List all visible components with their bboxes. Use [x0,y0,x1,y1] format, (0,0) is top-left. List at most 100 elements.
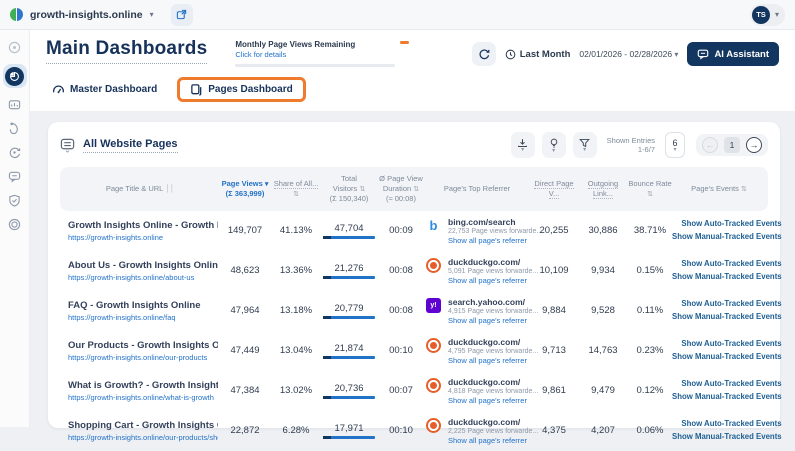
table-row[interactable]: FAQ - Growth Insights Online https://gro… [60,291,768,331]
table-row[interactable]: Our Products - Growth Insights Online ht… [60,331,768,371]
share-value: 13.18% [272,305,320,316]
referrer-name: duckduckgo.com/ [448,257,538,267]
avatar: TS [752,6,770,24]
visitors-bar [323,436,375,439]
dashboard-tabs: Master Dashboard Pages Dashboard [46,67,779,111]
page-title-cell: About Us - Growth Insights Online https:… [62,260,218,282]
col-share[interactable]: Share of All... ⇅ [272,179,320,199]
col-total-visitors[interactable]: Total Visitors ⇅ (Σ 150,340) [320,174,378,204]
quota-details-link[interactable]: Click for details [235,50,395,59]
show-all-referrer-link[interactable]: Show all page's referrer [448,396,538,405]
filter-button[interactable]: ▾ [573,132,597,158]
card-title: All Website Pages [83,138,178,153]
referrer-detail: 2,225 Page views forwarde... [448,428,538,435]
period-label: Last Month [520,49,571,60]
open-site-button[interactable] [171,4,193,26]
table-row[interactable]: About Us - Growth Insights Online https:… [60,251,768,291]
table-row[interactable]: Shopping Cart - Growth Insights Online h… [60,411,768,451]
col-outgoing[interactable]: Outgoing Link... [578,179,628,199]
bounce-rate-value: 0.12% [628,385,672,396]
sidebar-item-communication[interactable] [7,169,22,184]
show-auto-tracked-events-link[interactable]: Show Auto-Tracked Events [672,258,782,270]
col-duration[interactable]: Ø Page View Duration ⇅ (≈ 00:08) [378,174,424,204]
top-referrer-cell: duckduckgo.com/ 4,818 Page views forward… [424,377,530,405]
page-url-link[interactable]: https://growth-insights.online [68,233,218,242]
period-selector[interactable]: Last Month [505,49,571,60]
show-all-referrer-link[interactable]: Show all page's referrer [448,436,538,445]
share-value: 41.13% [272,225,320,236]
user-menu[interactable]: TS ▾ [750,4,785,26]
col-bounce[interactable]: Bounce Rate ⇅ [628,179,672,199]
quota-widget[interactable]: Monthly Page Views Remaining Click for d… [235,40,395,67]
page-url-link[interactable]: https://growth-insights.online/what-is-g… [68,393,218,402]
tab-master-dashboard[interactable]: Master Dashboard [46,79,163,100]
col-page-views[interactable]: Page Views ▾ (Σ 363,999) [218,179,272,199]
show-all-referrer-link[interactable]: Show all page's referrer [448,356,538,365]
show-manual-tracked-events-link[interactable]: Show Manual-Tracked Events [672,311,782,323]
show-all-referrer-link[interactable]: Show all page's referrer [448,316,538,325]
insights-button[interactable]: ▾ [542,132,566,158]
prev-page-button[interactable]: ← [702,137,718,153]
show-all-referrer-link[interactable]: Show all page's referrer [448,236,542,245]
col-direct[interactable]: Direct Page V... [530,179,578,199]
outgoing-links-value: 14,763 [578,345,628,356]
tab-pages-dashboard[interactable]: Pages Dashboard [177,77,305,102]
show-auto-tracked-events-link[interactable]: Show Auto-Tracked Events [672,298,782,310]
visitors-value: 21,874 [334,343,363,354]
table-widget-icon[interactable] [60,138,75,153]
show-manual-tracked-events-link[interactable]: Show Manual-Tracked Events [672,431,782,443]
visitors-bar [323,236,375,239]
visitors-bar [323,276,375,279]
yahoo-icon: y! [426,298,441,313]
visitors-bar [323,396,375,399]
date-range-selector[interactable]: 02/01/2026 - 02/28/2026 ▾ [579,49,678,59]
page-url-link[interactable]: https://growth-insights.online/our-produ… [68,433,218,442]
module-overview-icon[interactable] [7,40,22,55]
col-referrer: Page's Top Referrer [424,184,530,194]
chevron-down-icon: ▾ [674,50,678,59]
referrer-detail: 4,915 Page views forwarde... [448,308,538,315]
page-url-link[interactable]: https://growth-insights.online/our-produ… [68,353,218,362]
duckduckgo-icon [426,338,441,353]
show-auto-tracked-events-link[interactable]: Show Auto-Tracked Events [672,378,782,390]
show-manual-tracked-events-link[interactable]: Show Manual-Tracked Events [672,391,782,403]
show-auto-tracked-events-link[interactable]: Show Auto-Tracked Events [672,418,782,430]
pagination: ← 1 → [696,134,768,156]
col-page-title[interactable]: Page Title & URL ┆┆ [62,184,218,194]
sidebar-item-behavior[interactable] [7,145,22,160]
top-referrer-cell: duckduckgo.com/ 2,225 Page views forward… [424,417,530,445]
chevron-down-icon[interactable]: ▾ [150,10,154,19]
total-visitors-cell: 20,736 [320,383,378,399]
total-visitors-cell: 17,971 [320,423,378,439]
show-auto-tracked-events-link[interactable]: Show Auto-Tracked Events [672,218,782,230]
referrer-detail: 4,795 Page views forwarde... [448,348,538,355]
page-url-link[interactable]: https://growth-insights.online/about-us [68,273,218,282]
sidebar-item-visitors[interactable] [7,121,22,136]
show-manual-tracked-events-link[interactable]: Show Manual-Tracked Events [672,351,782,363]
site-selector[interactable]: growth-insights.online [30,9,143,21]
refresh-button[interactable] [472,42,496,66]
show-auto-tracked-events-link[interactable]: Show Auto-Tracked Events [672,338,782,350]
show-manual-tracked-events-link[interactable]: Show Manual-Tracked Events [672,271,782,283]
refresh-icon [478,48,490,60]
sidebar-item-settings[interactable] [7,217,22,232]
shield-check-icon [8,194,21,207]
download-button[interactable]: ▾ [511,132,535,158]
sidebar-item-dashboards[interactable] [3,64,27,88]
col-events[interactable]: Page's Events ⇅ [672,184,766,194]
show-manual-tracked-events-link[interactable]: Show Manual-Tracked Events [672,231,782,243]
page-url-link[interactable]: https://growth-insights.online/faq [68,313,218,322]
chat-bubble-icon [8,170,21,183]
sidebar-item-privacy[interactable] [7,193,22,208]
page-events-cell: Show Auto-Tracked Events Show Manual-Tra… [672,258,786,283]
table-row[interactable]: Growth Insights Online - Growth Insights… [60,211,768,251]
next-page-button[interactable]: → [746,137,762,153]
page-size-select[interactable]: 6 ▾ [665,132,685,158]
pointer-icon [8,122,21,135]
table-row[interactable]: What is Growth? - Growth Insights Online… [60,371,768,411]
direct-views-value: 9,713 [530,345,578,356]
sidebar-item-statistics[interactable] [7,97,22,112]
direct-views-value: 9,884 [530,305,578,316]
show-all-referrer-link[interactable]: Show all page's referrer [448,276,538,285]
ai-assistant-button[interactable]: AI Assistant [687,42,779,66]
